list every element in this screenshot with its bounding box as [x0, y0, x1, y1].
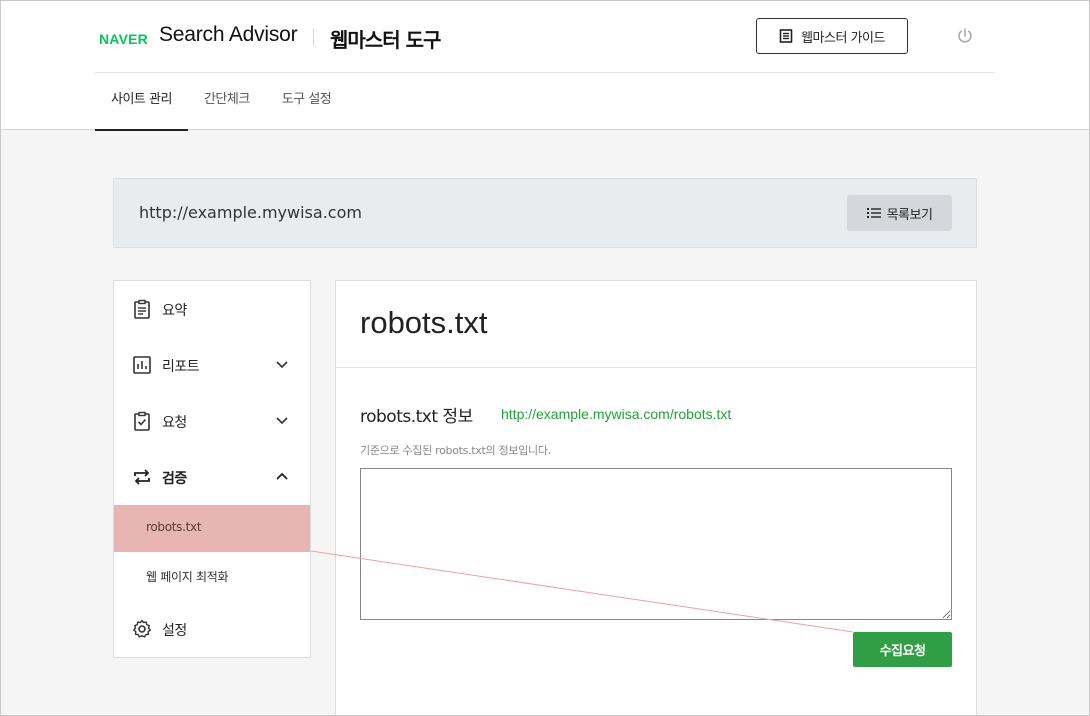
tool-name: 웹마스터 도구: [330, 28, 441, 52]
header: NAVER Search Advisor 웹마스터 도구 웹마스터 가이드 사이…: [0, 0, 1090, 131]
section-title: robots.txt 정보: [360, 407, 473, 427]
list-view-label: 목록보기: [886, 207, 933, 223]
sidebar: 요약 리포트 요청 검증 robots.txt 웹 페이지 최적화 설정: [113, 280, 311, 658]
title-separator: [336, 367, 976, 368]
chevron-down-icon: [276, 417, 288, 425]
sidebar-item-report[interactable]: 리포트: [114, 337, 310, 393]
chart-icon: [133, 356, 151, 374]
gear-icon: [133, 619, 151, 638]
book-icon: [779, 29, 793, 43]
sidebar-subitem-label: robots.txt: [146, 520, 202, 534]
naver-logo[interactable]: NAVER: [99, 31, 148, 47]
robots-url-link[interactable]: http://example.mywisa.com/robots.txt: [501, 406, 731, 422]
chevron-down-icon: [276, 361, 288, 369]
chevron-up-icon: [276, 472, 288, 480]
tab-tool-settings[interactable]: 도구 설정: [266, 74, 347, 130]
sidebar-subitem-robots[interactable]: robots.txt: [114, 505, 310, 552]
site-bar: http://example.mywisa.com 목록보기: [113, 178, 977, 248]
site-url: http://example.mywisa.com: [139, 203, 362, 222]
sidebar-item-label: 리포트: [162, 359, 200, 375]
clipboard-icon: [134, 299, 150, 319]
power-icon[interactable]: [955, 26, 975, 46]
list-icon: [866, 208, 881, 218]
webmaster-guide-button[interactable]: 웹마스터 가이드: [756, 18, 908, 54]
sidebar-item-settings[interactable]: 설정: [114, 601, 310, 657]
sidebar-item-request[interactable]: 요청: [114, 393, 310, 449]
sidebar-subitem-web-optimization[interactable]: 웹 페이지 최적화: [114, 553, 310, 600]
sidebar-item-label: 요약: [162, 303, 187, 319]
sidebar-item-label: 설정: [162, 623, 187, 639]
page-title: robots.txt: [360, 305, 488, 340]
tab-quick-check[interactable]: 간단체크: [188, 74, 266, 130]
sidebar-subitem-label: 웹 페이지 최적화: [146, 570, 229, 584]
section-description: 기준으로 수집된 robots.txt의 정보입니다.: [360, 444, 551, 457]
robots-content-box[interactable]: [360, 468, 952, 620]
collection-request-button[interactable]: 수집요청: [853, 632, 952, 667]
sidebar-item-summary[interactable]: 요약: [114, 281, 310, 337]
sidebar-item-label: 요청: [162, 415, 187, 431]
sidebar-item-label: 검증: [162, 471, 187, 487]
logo-row: NAVER Search Advisor 웹마스터 도구 웹마스터 가이드: [95, 0, 995, 73]
check-clipboard-icon: [134, 411, 150, 431]
tab-site-management[interactable]: 사이트 관리: [95, 74, 188, 131]
repeat-arrows-icon: [134, 469, 150, 485]
main-panel: robots.txt robots.txt 정보 http://example.…: [335, 280, 977, 716]
title-divider: [313, 30, 314, 46]
list-view-button[interactable]: 목록보기: [847, 195, 952, 231]
main-tabs: 사이트 관리 간단체크 도구 설정: [95, 74, 347, 131]
webmaster-guide-label: 웹마스터 가이드: [801, 30, 885, 46]
sidebar-item-verification[interactable]: 검증: [114, 449, 310, 505]
app-name[interactable]: Search Advisor: [159, 23, 298, 47]
